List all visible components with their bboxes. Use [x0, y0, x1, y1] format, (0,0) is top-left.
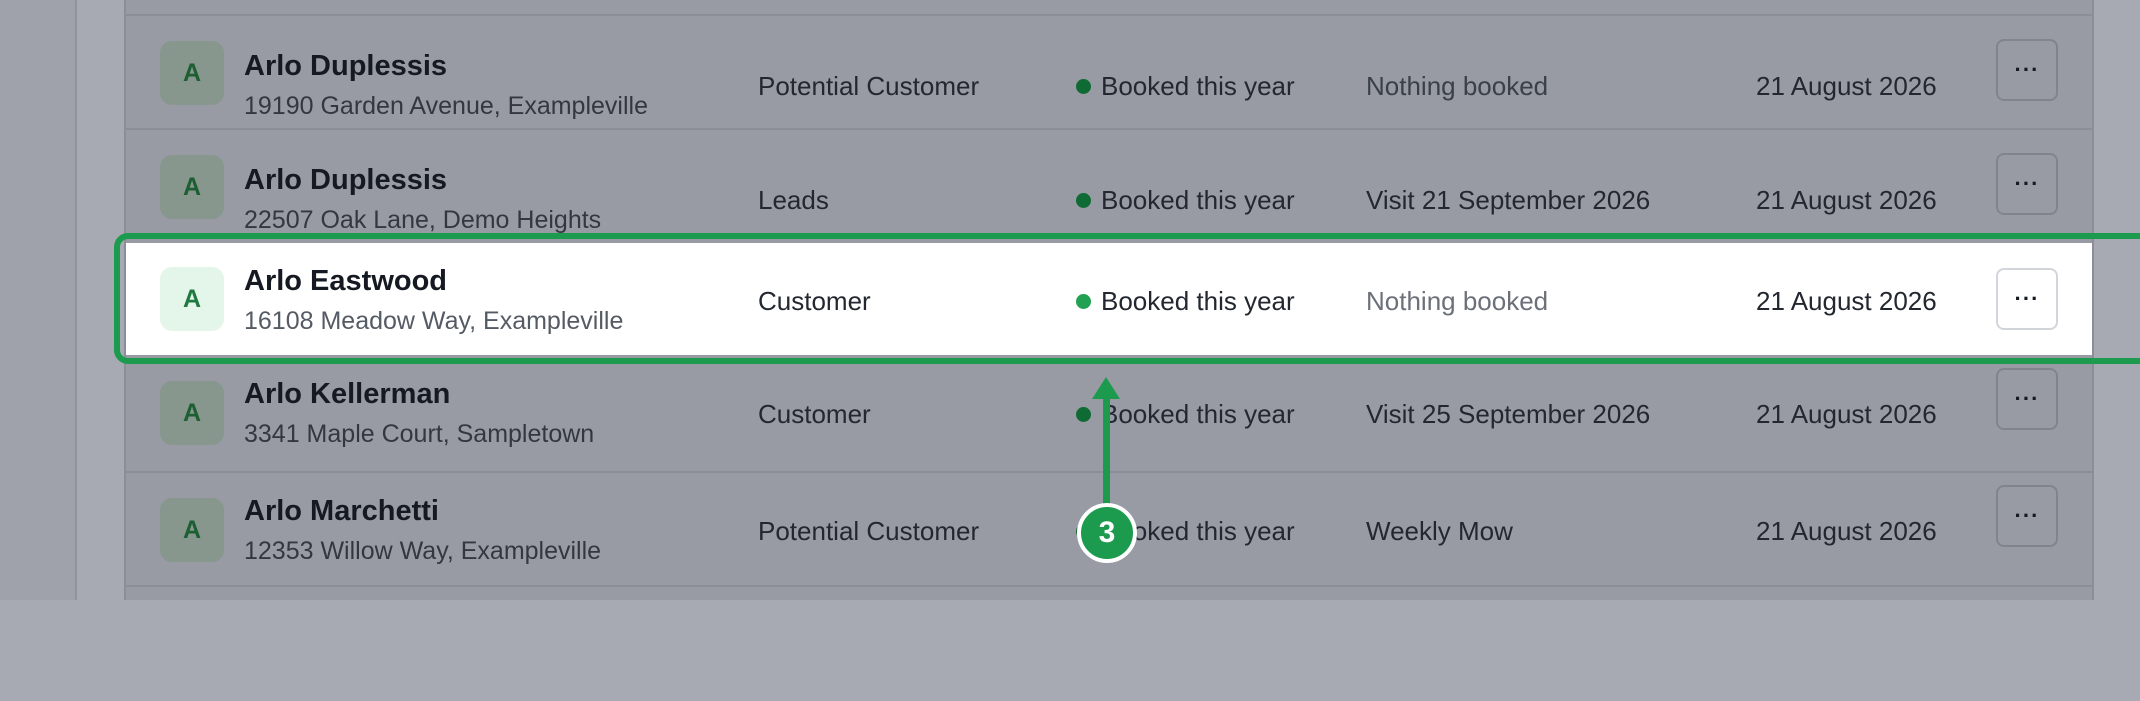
- pointer-arrow: [1103, 396, 1110, 504]
- status-dot-icon: [1076, 79, 1091, 94]
- more-actions-button[interactable]: ···: [1996, 39, 2058, 101]
- customer-name[interactable]: Arlo Kellerman: [244, 378, 450, 411]
- more-actions-button[interactable]: ···: [1996, 268, 2058, 330]
- table-row-highlighted[interactable]: A Arlo Eastwood 16108 Meadow Way, Exampl…: [126, 243, 2092, 355]
- customer-name[interactable]: Arlo Duplessis: [244, 164, 447, 197]
- status-dot-icon: [1076, 407, 1091, 422]
- status-label: Booked this year: [1101, 71, 1295, 101]
- avatar: A: [160, 381, 224, 445]
- customer-address: 16108 Meadow Way, Exampleville: [244, 307, 624, 335]
- customer-category: Leads: [758, 185, 829, 215]
- table-row[interactable]: A Arlo Duplessis 22507 Oak Lane, Demo He…: [126, 128, 2092, 244]
- customer-address: 22507 Oak Lane, Demo Heights: [244, 206, 602, 234]
- table-row[interactable]: [126, 585, 2092, 701]
- more-actions-button[interactable]: ···: [1996, 153, 2058, 215]
- status-dot-icon: [1076, 193, 1091, 208]
- arrow-up-icon: [1092, 377, 1120, 399]
- step-badge: 3: [1077, 503, 1137, 563]
- customer-address: 3341 Maple Court, Sampletown: [244, 420, 595, 448]
- table-row[interactable]: A Arlo Duplessis 19190 Garden Avenue, Ex…: [126, 14, 2092, 130]
- date-added: 21 August 2026: [1756, 516, 1937, 546]
- customer-category: Customer: [758, 286, 871, 316]
- avatar: A: [160, 267, 224, 331]
- avatar: A: [160, 155, 224, 219]
- date-added: 21 August 2026: [1756, 185, 1937, 215]
- booking-info: Visit 21 September 2026: [1366, 185, 1651, 215]
- date-added: 21 August 2026: [1756, 71, 1937, 101]
- date-added: 21 August 2026: [1756, 286, 1937, 316]
- customer-category: Potential Customer: [758, 516, 980, 546]
- more-actions-button[interactable]: ···: [1996, 485, 2058, 547]
- booking-info: Visit 25 September 2026: [1366, 399, 1651, 429]
- customer-name[interactable]: Arlo Duplessis: [244, 50, 447, 83]
- booking-info: Weekly Mow: [1366, 516, 1513, 546]
- customer-name[interactable]: Arlo Eastwood: [244, 265, 447, 298]
- status-label: Booked this year: [1101, 399, 1295, 429]
- customer-category: Potential Customer: [758, 71, 980, 101]
- status-badge: Booked this year: [1076, 71, 1295, 102]
- status-badge: Booked this year: [1076, 286, 1295, 317]
- booking-info: Nothing booked: [1366, 286, 1549, 316]
- status-label: Booked this year: [1101, 286, 1295, 316]
- customer-address: 19190 Garden Avenue, Exampleville: [244, 92, 648, 120]
- date-added: 21 August 2026: [1756, 399, 1937, 429]
- customer-category: Customer: [758, 399, 871, 429]
- sidebar-strip: [0, 0, 77, 600]
- customer-name[interactable]: Arlo Marchetti: [244, 495, 439, 528]
- status-dot-icon: [1076, 294, 1091, 309]
- more-actions-button[interactable]: ···: [1996, 368, 2058, 430]
- status-label: Booked this year: [1101, 185, 1295, 215]
- avatar: A: [160, 41, 224, 105]
- booking-info: Nothing booked: [1366, 71, 1549, 101]
- status-badge: Booked this year: [1076, 185, 1295, 216]
- customer-address: 12353 Willow Way, Exampleville: [244, 537, 602, 565]
- avatar: A: [160, 498, 224, 562]
